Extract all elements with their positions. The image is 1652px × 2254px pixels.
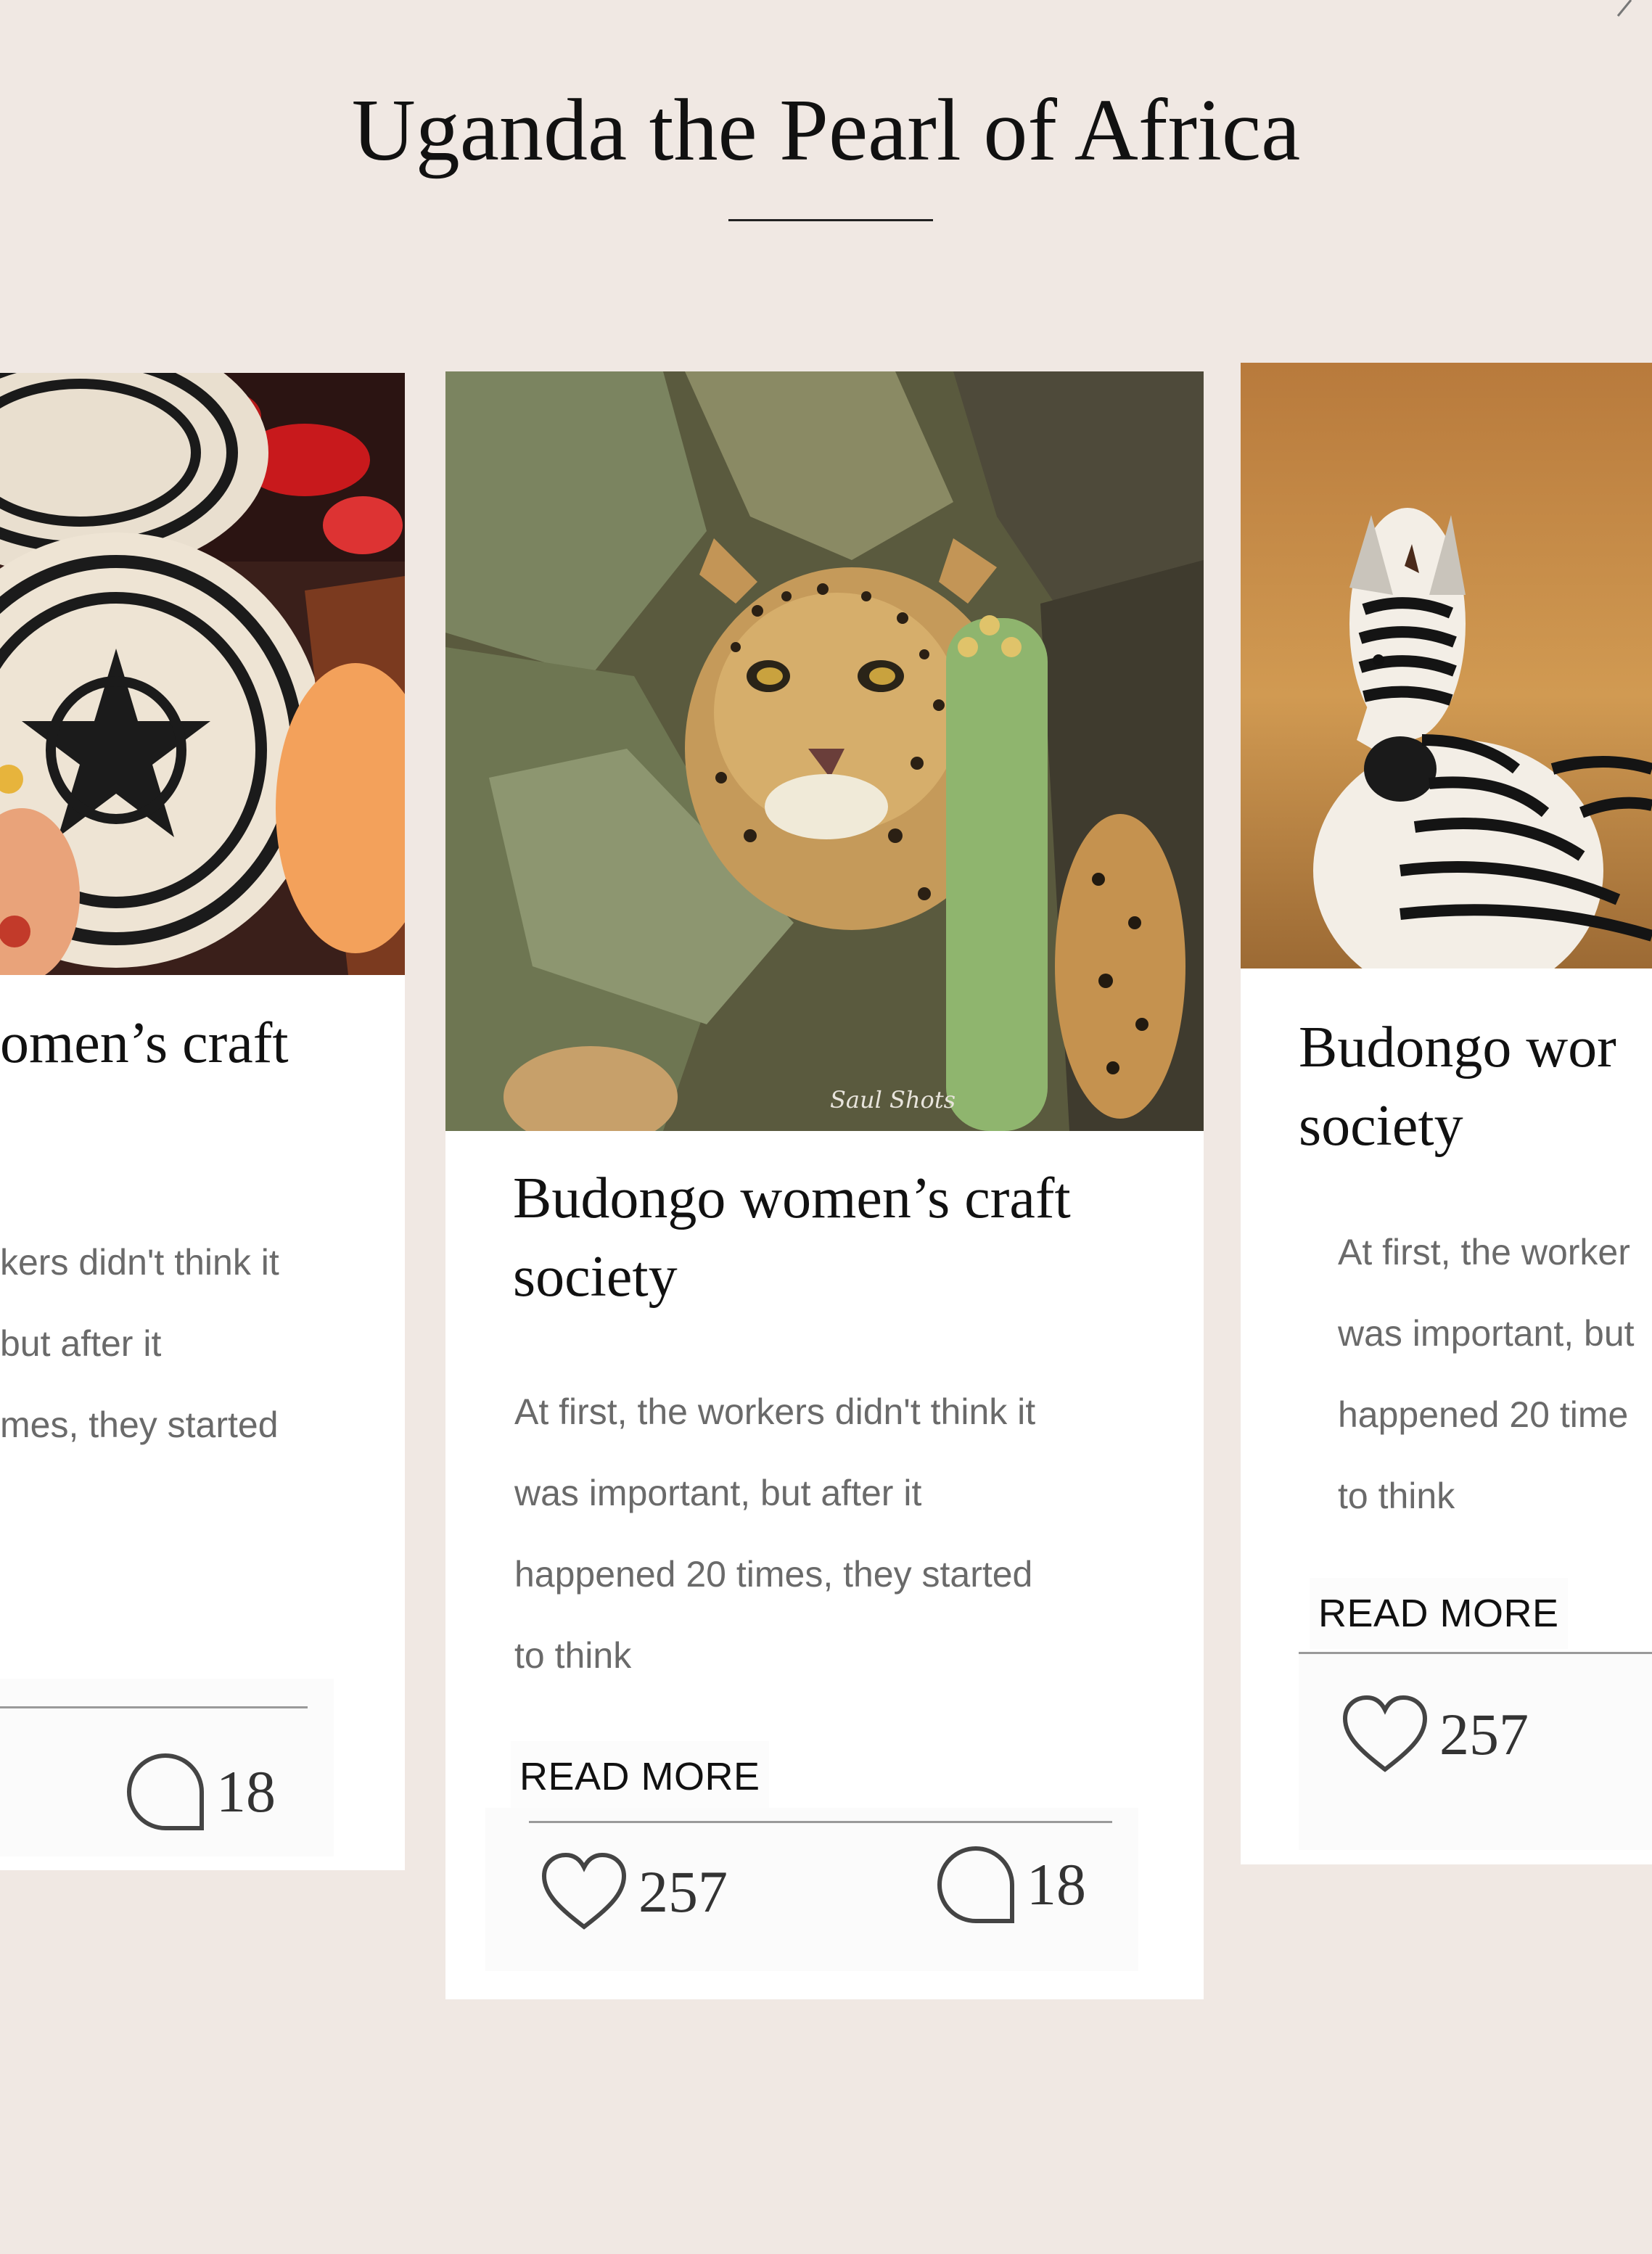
like-count[interactable]: 257 bbox=[540, 1851, 728, 1933]
title-underline bbox=[728, 219, 933, 221]
like-count[interactable]: 257 bbox=[1341, 1694, 1529, 1775]
image-watermark: Saul Shots bbox=[830, 1086, 956, 1114]
like-count-value: 257 bbox=[1439, 1701, 1529, 1767]
footer-divider bbox=[529, 1821, 1112, 1823]
read-more-button[interactable]: READ MORE bbox=[1310, 1578, 1568, 1649]
card-title[interactable]: Budongo wor society bbox=[1299, 1008, 1616, 1165]
card-footer: 257 bbox=[1299, 1652, 1652, 1850]
comment-count-value: 18 bbox=[216, 1759, 276, 1825]
card-footer: 18 bbox=[0, 1679, 334, 1856]
article-card-right[interactable]: Budongo wor society At first, the worker… bbox=[1241, 363, 1652, 1864]
next-arrow-icon[interactable] bbox=[1612, 0, 1641, 17]
comment-count[interactable]: 18 bbox=[125, 1751, 276, 1833]
comment-count[interactable]: 18 bbox=[935, 1844, 1086, 1925]
read-more-button[interactable]: READ MORE bbox=[511, 1741, 769, 1812]
card-footer: 257 18 bbox=[485, 1808, 1138, 1971]
like-count-value: 257 bbox=[638, 1859, 728, 1925]
article-card-left[interactable]: omen’s craft kers didn't think it but af… bbox=[0, 373, 405, 1870]
card-excerpt: kers didn't think it but after it mes, t… bbox=[0, 1242, 279, 1445]
card-excerpt: At first, the worker was important, but … bbox=[1338, 1232, 1635, 1516]
card-title[interactable]: omen’s craft bbox=[0, 1004, 289, 1082]
heart-icon bbox=[541, 1852, 627, 1930]
card-image-zebra[interactable] bbox=[1241, 363, 1652, 968]
footer-divider bbox=[0, 1706, 308, 1708]
comment-count-value: 18 bbox=[1027, 1851, 1086, 1917]
card-image-leopard[interactable]: Saul Shots bbox=[445, 371, 1204, 1131]
section-title: Uganda the Pearl of Africa bbox=[351, 81, 1301, 179]
footer-divider bbox=[1299, 1652, 1652, 1654]
heart-icon bbox=[1342, 1695, 1428, 1772]
article-card-center[interactable]: Saul Shots Budongo women’s craft society… bbox=[445, 371, 1204, 1999]
card-image-baskets[interactable] bbox=[0, 373, 405, 975]
card-title[interactable]: Budongo women’s craft society bbox=[513, 1159, 1071, 1316]
comment-bubble-icon bbox=[937, 1846, 1014, 1923]
card-excerpt: At first, the workers didn't think it wa… bbox=[514, 1391, 1036, 1676]
comment-bubble-icon bbox=[127, 1753, 204, 1830]
